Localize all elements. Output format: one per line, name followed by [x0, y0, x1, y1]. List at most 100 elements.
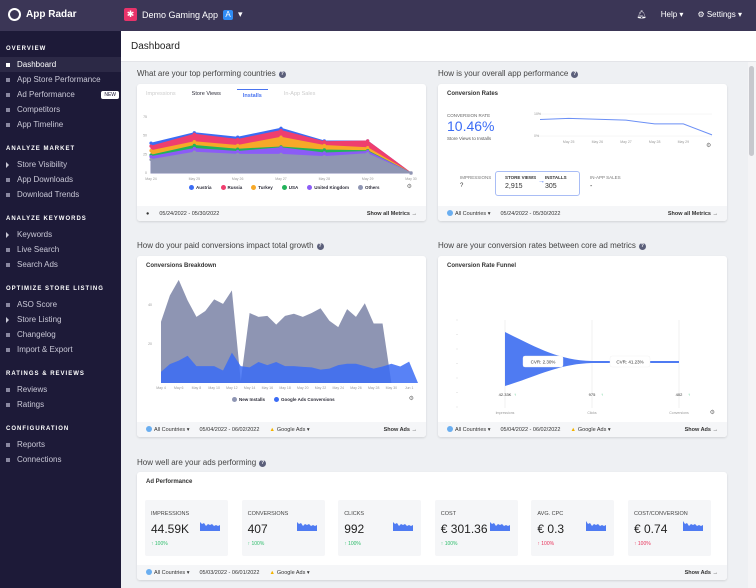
kpi-avg-cpc[interactable]: AVG. CPC € 0.3 ↑ 100% [531, 500, 615, 556]
sidebar-item-ratings[interactable]: Ratings [0, 397, 121, 412]
bell-icon[interactable]: 🔔︎ [637, 10, 647, 19]
sidebar-item-app-store-performance[interactable]: App Store Performance [0, 72, 121, 87]
country-selector[interactable]: All Countries [455, 211, 486, 217]
source-selector[interactable]: Google Ads [277, 570, 305, 576]
help-icon[interactable]: ? [638, 243, 646, 250]
metric-store-views[interactable]: STORE VIEWS 2,915 [505, 175, 536, 190]
sidebar-item-ad-performance[interactable]: Ad Performance NEW [0, 87, 121, 102]
sidebar-item-dashboard[interactable]: Dashboard [0, 57, 121, 72]
arrow-right-icon: → [538, 178, 545, 185]
date-range[interactable]: 05/03/2022 - 06/01/2022 [199, 570, 259, 576]
show-all-metrics-link[interactable]: Show all Metrics → [367, 211, 417, 217]
gear-icon[interactable]: ⚙ [706, 142, 711, 149]
legend-item[interactable]: Austria [189, 185, 212, 190]
legend-item[interactable]: Google Ads Conversions [274, 397, 335, 402]
kpi-clicks[interactable]: CLICKS 992 ↑ 100% [338, 500, 422, 556]
sidebar-item-search-ads[interactable]: Search Ads [0, 257, 121, 272]
sidebar-item-competitors[interactable]: Competitors [0, 102, 121, 117]
sidebar-item-live-search[interactable]: Live Search [0, 242, 121, 257]
help-icon[interactable]: ? [259, 460, 267, 467]
app-icon: ✱ [124, 8, 137, 21]
kpi-change: ↑ 100% [440, 541, 458, 547]
metric-impressions[interactable]: IMPRESSIONS? [460, 175, 491, 189]
sidebar-item-aso-score[interactable]: ASO Score [0, 297, 121, 312]
kpi-impressions[interactable]: IMPRESSIONS 44.59K ↑ 100% [145, 500, 228, 556]
sidebar-item-reviews[interactable]: Reviews [0, 382, 121, 397]
country-selector[interactable]: All Countries [154, 570, 185, 576]
sidebar-item-store-listing[interactable]: Store Listing [0, 312, 121, 327]
sidebar-item-reports[interactable]: Reports [0, 437, 121, 452]
calendar-icon: ● [146, 210, 150, 217]
sparkline [393, 522, 414, 531]
kpi-label: CLICKS [344, 511, 365, 517]
app-selector[interactable]: ✱ Demo Gaming App A ▾ [124, 8, 243, 21]
legend-item[interactable]: USA [281, 185, 298, 190]
sidebar-item-import-export[interactable]: Import & Export [0, 342, 121, 357]
gear-icon[interactable]: ⚙ [409, 395, 414, 402]
legend-item[interactable]: Turkey [251, 185, 273, 190]
sidebar-item-changelog[interactable]: Changelog [0, 327, 121, 342]
legend-item[interactable]: New Installs [232, 397, 265, 402]
date-range[interactable]: 05/04/2022 - 06/02/2022 [199, 427, 259, 433]
x-tick-label: May 30 [386, 386, 398, 390]
x-tick-label: May 27 [275, 177, 287, 181]
data-point [366, 151, 370, 156]
show-ads-link[interactable]: Show Ads → [384, 427, 417, 433]
x-tick-label: May 26 [232, 177, 244, 181]
sidebar-item-download-trends[interactable]: Download Trends [0, 187, 121, 202]
show-ads-link[interactable]: Show Ads → [685, 427, 718, 433]
stage-value: 402 [676, 392, 683, 397]
sidebar-item-app-timeline[interactable]: App Timeline [0, 117, 121, 132]
help-icon[interactable]: ? [316, 243, 324, 250]
globe-icon [146, 426, 152, 432]
y-tick-label: 75 [143, 115, 147, 119]
data-point [192, 143, 196, 147]
help-icon[interactable]: ? [571, 71, 579, 78]
data-point [192, 150, 196, 154]
settings-menu[interactable]: ⚙ Settings ▾ [697, 10, 742, 19]
gear-icon[interactable]: ⚙ [407, 183, 412, 190]
data-point [409, 171, 413, 175]
show-ads-link[interactable]: Show Ads → [685, 570, 718, 576]
x-tick-label: May 30 [405, 177, 417, 181]
kpi-cost[interactable]: COST € 301.36 ↑ 100% [434, 500, 518, 556]
gear-icon[interactable]: ⚙ [710, 409, 715, 416]
country-selector[interactable]: All Countries [154, 427, 185, 433]
globe-icon [447, 426, 453, 432]
help-menu[interactable]: Help ▾ [661, 10, 684, 19]
sidebar-item-label: Download Trends [17, 190, 80, 199]
x-tick-label: May 24 [332, 386, 344, 390]
kpi-cost-conversion[interactable]: COST/CONVERSION € 0.74 ↑ 100% [628, 500, 711, 556]
conversion-rate-chart: 0% 10% May 25 May 26 May 27 May 28 May 29 [534, 112, 713, 144]
sidebar-item-app-downloads[interactable]: App Downloads [0, 172, 121, 187]
legend-item[interactable]: Others [357, 185, 380, 190]
legend-item[interactable]: United Kingdom [307, 185, 349, 190]
metric-installs[interactable]: INSTALLS 305 [545, 175, 567, 190]
source-selector[interactable]: Google Ads [578, 427, 606, 433]
axis-dot [456, 406, 458, 408]
sidebar-item-keywords[interactable]: Keywords [0, 227, 121, 242]
page-header: Dashboard [121, 31, 756, 62]
legend-item[interactable]: Russia [220, 185, 242, 190]
date-range[interactable]: 05/24/2022 - 05/30/2022 [500, 211, 560, 217]
help-icon[interactable]: ? [278, 71, 286, 78]
sidebar-item-connections[interactable]: Connections [0, 452, 121, 467]
data-point [322, 143, 326, 147]
source-selector[interactable]: Google Ads [277, 427, 305, 433]
country-selector[interactable]: All Countries [455, 427, 486, 433]
scrollbar[interactable] [748, 62, 756, 588]
kpi-conversions[interactable]: CONVERSIONS 407 ↑ 100% [241, 500, 325, 556]
kpi-label: CONVERSIONS [247, 511, 289, 517]
x-tick-label: May 25 [189, 177, 201, 181]
metric-in-app-sales[interactable]: IN-APP SALES - [590, 175, 621, 190]
date-range[interactable]: 05/24/2022 - 05/30/2022 [159, 211, 219, 217]
data-point [192, 132, 196, 136]
brand-logo[interactable]: App Radar [8, 8, 77, 21]
rate-line [539, 117, 713, 136]
scrollbar-thumb[interactable] [749, 66, 754, 156]
date-range[interactable]: 05/04/2022 - 06/02/2022 [500, 427, 560, 433]
sidebar-item-store-visibility[interactable]: Store Visibility [0, 157, 121, 172]
up-arrow-icon: ↑ [634, 541, 637, 547]
funnel-question: How are your conversion rates between co… [438, 241, 646, 250]
show-all-metrics-link[interactable]: Show all Metrics → [668, 211, 718, 217]
